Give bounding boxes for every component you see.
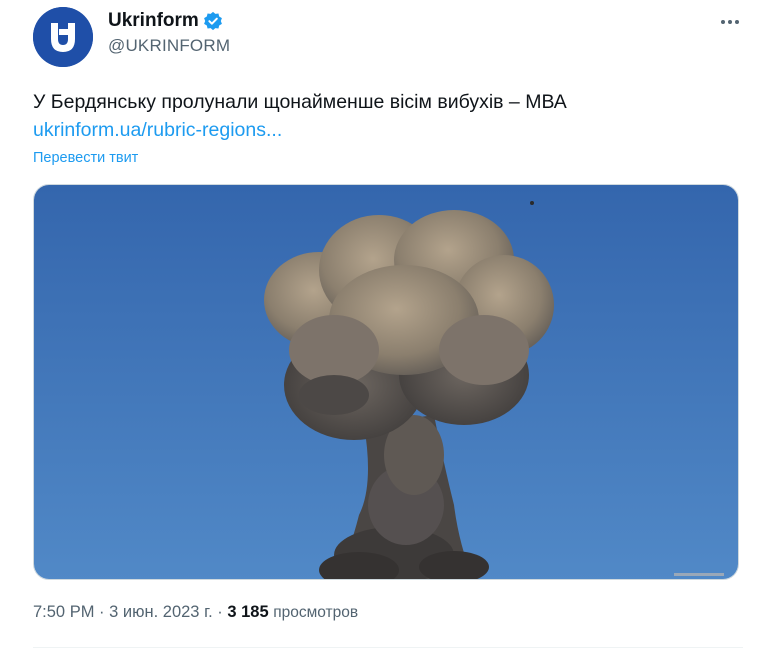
tweet-image[interactable] <box>33 184 739 580</box>
views-count[interactable]: 3 185 <box>227 603 268 621</box>
tweet-time[interactable]: 7:50 PM <box>33 603 94 621</box>
more-options-icon[interactable] <box>716 10 744 34</box>
translate-tweet-button[interactable]: Перевести твит <box>33 150 138 166</box>
divider <box>33 647 743 648</box>
explosion-smoke-image <box>34 185 738 579</box>
tweet-meta: 7:50 PM · 3 июн. 2023 г. · 3 185 просмот… <box>33 603 358 622</box>
meta-separator: · <box>99 603 105 621</box>
verified-badge-icon <box>203 11 223 31</box>
ukrinform-logo-icon <box>33 7 93 67</box>
tweet: Ukrinform @UKRINFORM У Бердянську пролун… <box>0 0 778 654</box>
tweet-text: У Бердянську пролунали щонайменше вісім … <box>33 91 567 113</box>
meta-separator-2: · <box>217 603 223 621</box>
display-name[interactable]: Ukrinform <box>108 10 199 32</box>
tweet-date[interactable]: 3 июн. 2023 г. <box>109 603 213 621</box>
views-label: просмотров <box>273 604 359 621</box>
name-row: Ukrinform <box>108 9 223 33</box>
tweet-link[interactable]: ukrinform.ua/rubric-regions... <box>33 116 282 144</box>
handle[interactable]: @UKRINFORM <box>108 36 230 56</box>
avatar[interactable] <box>33 7 93 67</box>
